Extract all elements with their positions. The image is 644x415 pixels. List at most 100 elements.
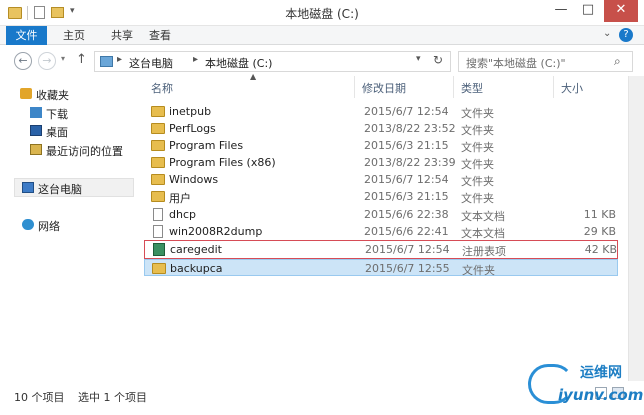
sidebar-item-label: 这台电脑: [38, 183, 82, 196]
search-placeholder: 搜索"本地磁盘 (C:)": [466, 57, 566, 70]
search-input[interactable]: 搜索"本地磁盘 (C:)" ⌕: [458, 51, 633, 72]
file-name: Program Files: [169, 139, 244, 152]
recent-locations-icon[interactable]: ▾: [61, 54, 65, 63]
file-date: 2015/6/6 22:38: [364, 208, 449, 221]
breadcrumb-chevron-icon[interactable]: ▸: [117, 54, 122, 65]
column-divider[interactable]: [354, 76, 355, 98]
computer-icon: [100, 56, 113, 67]
sidebar-item-label: 桌面: [46, 126, 68, 139]
file-type: 注册表项: [462, 245, 506, 258]
file-type: 文件夹: [461, 158, 494, 171]
tab-home[interactable]: 主页: [56, 26, 92, 45]
text-document-icon: [153, 208, 163, 221]
file-size: 29 KB: [583, 225, 616, 238]
file-name: dhcp: [169, 208, 196, 221]
file-type: 文本文档: [461, 210, 505, 223]
maximize-button[interactable]: □: [575, 0, 601, 22]
table-row[interactable]: Windows 2015/6/7 12:54 文件夹: [144, 171, 618, 188]
navigation-bar: ← → ▾ ↑ ▸ 这台电脑 ▸ 本地磁盘 (C:) ▾ ↻ 搜索"本地磁盘 (…: [0, 46, 644, 76]
column-header: ▲ 名称 修改日期 类型 大小: [140, 72, 626, 100]
breadcrumb-this-pc[interactable]: 这台电脑: [129, 55, 173, 71]
file-date: 2015/6/7 12:55: [365, 262, 450, 275]
vertical-scrollbar[interactable]: [628, 76, 644, 381]
file-type: 文件夹: [461, 141, 494, 154]
table-row[interactable]: Program Files 2015/6/3 21:15 文件夹: [144, 137, 618, 154]
desktop-icon: [30, 125, 42, 136]
selected-count: 选中 1 个项目: [78, 391, 147, 404]
text-document-icon: [153, 225, 163, 238]
file-type: 文件夹: [461, 192, 494, 205]
file-name: caregedit: [170, 243, 222, 256]
tab-view[interactable]: 查看: [140, 26, 180, 45]
folder-icon: [151, 140, 165, 151]
table-row[interactable]: inetpub 2015/6/7 12:54 文件夹: [144, 103, 618, 120]
sidebar-item-label: 下载: [46, 108, 68, 121]
watermark: 运维网 iyunv.com: [528, 360, 643, 412]
address-dropdown-icon[interactable]: ▾: [416, 54, 421, 64]
file-name: Program Files (x86): [169, 156, 276, 169]
folder-icon: [151, 174, 165, 185]
column-date-modified[interactable]: 修改日期: [362, 80, 406, 96]
forward-button[interactable]: →: [38, 52, 56, 70]
download-folder-icon: [30, 107, 42, 118]
file-size: 11 KB: [583, 208, 616, 221]
sidebar-item-label: 最近访问的位置: [46, 145, 123, 158]
table-row[interactable]: PerfLogs 2013/8/22 23:52 文件夹: [144, 120, 618, 137]
computer-icon: [22, 182, 34, 193]
navigation-pane: 收藏夹 下载 桌面 最近访问的位置 这台电脑 网络: [0, 76, 140, 381]
breadcrumb-chevron-icon[interactable]: ▸: [193, 54, 198, 65]
watermark-text: 运维网: [580, 365, 622, 381]
file-name: backupca: [170, 262, 223, 275]
table-row[interactable]: caregedit 2015/6/7 12:54 注册表项 42 KB: [144, 240, 618, 259]
search-icon[interactable]: ⌕: [614, 54, 621, 69]
folder-icon: [152, 263, 166, 274]
file-date: 2015/6/7 12:54: [364, 173, 449, 186]
sort-ascending-icon: ▲: [250, 72, 257, 81]
file-name: Windows: [169, 173, 219, 186]
file-size: 42 KB: [584, 243, 617, 256]
file-type: 文件夹: [461, 107, 494, 120]
file-list: ▲ 名称 修改日期 类型 大小 inetpub 2015/6/7 12:54 文…: [140, 72, 644, 381]
file-date: 2015/6/3 21:15: [364, 190, 449, 203]
title-bar: ▾ 本地磁盘 (C:) — □ ✕: [0, 0, 644, 26]
back-button[interactable]: ←: [14, 52, 32, 70]
breadcrumb-local-disk[interactable]: 本地磁盘 (C:): [205, 55, 272, 71]
column-divider[interactable]: [453, 76, 454, 98]
file-name: PerfLogs: [169, 122, 216, 135]
tab-share[interactable]: 共享: [104, 26, 140, 45]
table-row[interactable]: dhcp 2015/6/6 22:38 文本文档 11 KB: [144, 206, 618, 223]
table-row[interactable]: backupca 2015/6/7 12:55 文件夹: [144, 259, 618, 277]
column-divider[interactable]: [553, 76, 554, 98]
table-row[interactable]: 用户 2015/6/3 21:15 文件夹: [144, 188, 618, 205]
help-icon[interactable]: ?: [619, 28, 633, 42]
expand-ribbon-icon[interactable]: ⌄: [603, 28, 611, 39]
table-row[interactable]: win2008R2dump 2015/6/6 22:41 文本文档 29 KB: [144, 223, 618, 240]
sidebar-item-label: 收藏夹: [36, 89, 69, 102]
file-name: inetpub: [169, 105, 212, 118]
file-date: 2015/6/6 22:41: [364, 225, 449, 238]
file-date: 2015/6/7 12:54: [364, 105, 449, 118]
ribbon-tabs: 文件 主页 共享 查看 ⌄ ?: [0, 26, 644, 45]
column-size[interactable]: 大小: [561, 80, 583, 96]
folder-icon: [151, 123, 165, 134]
item-count: 10 个项目: [14, 391, 65, 404]
refresh-icon[interactable]: ↻: [433, 53, 443, 67]
column-type[interactable]: 类型: [461, 80, 483, 96]
network-icon: [22, 219, 34, 230]
file-name: win2008R2dump: [169, 225, 263, 238]
file-type: 文件夹: [462, 264, 495, 277]
address-bar[interactable]: ▸ 这台电脑 ▸ 本地磁盘 (C:) ▾ ↻: [94, 51, 451, 72]
file-date: 2015/6/3 21:15: [364, 139, 449, 152]
folder-icon: [151, 106, 165, 117]
sidebar-item-label: 网络: [38, 220, 60, 233]
table-row[interactable]: Program Files (x86) 2013/8/22 23:39 文件夹: [144, 154, 618, 171]
tab-file[interactable]: 文件: [6, 26, 47, 45]
file-date: 2013/8/22 23:39: [364, 156, 456, 169]
star-icon: [20, 88, 32, 99]
up-button[interactable]: ↑: [76, 52, 87, 67]
column-name[interactable]: 名称: [151, 80, 173, 96]
minimize-button[interactable]: —: [548, 0, 574, 22]
close-button[interactable]: ✕: [604, 0, 638, 22]
file-type: 文件夹: [461, 124, 494, 137]
file-date: 2015/6/7 12:54: [365, 243, 450, 256]
